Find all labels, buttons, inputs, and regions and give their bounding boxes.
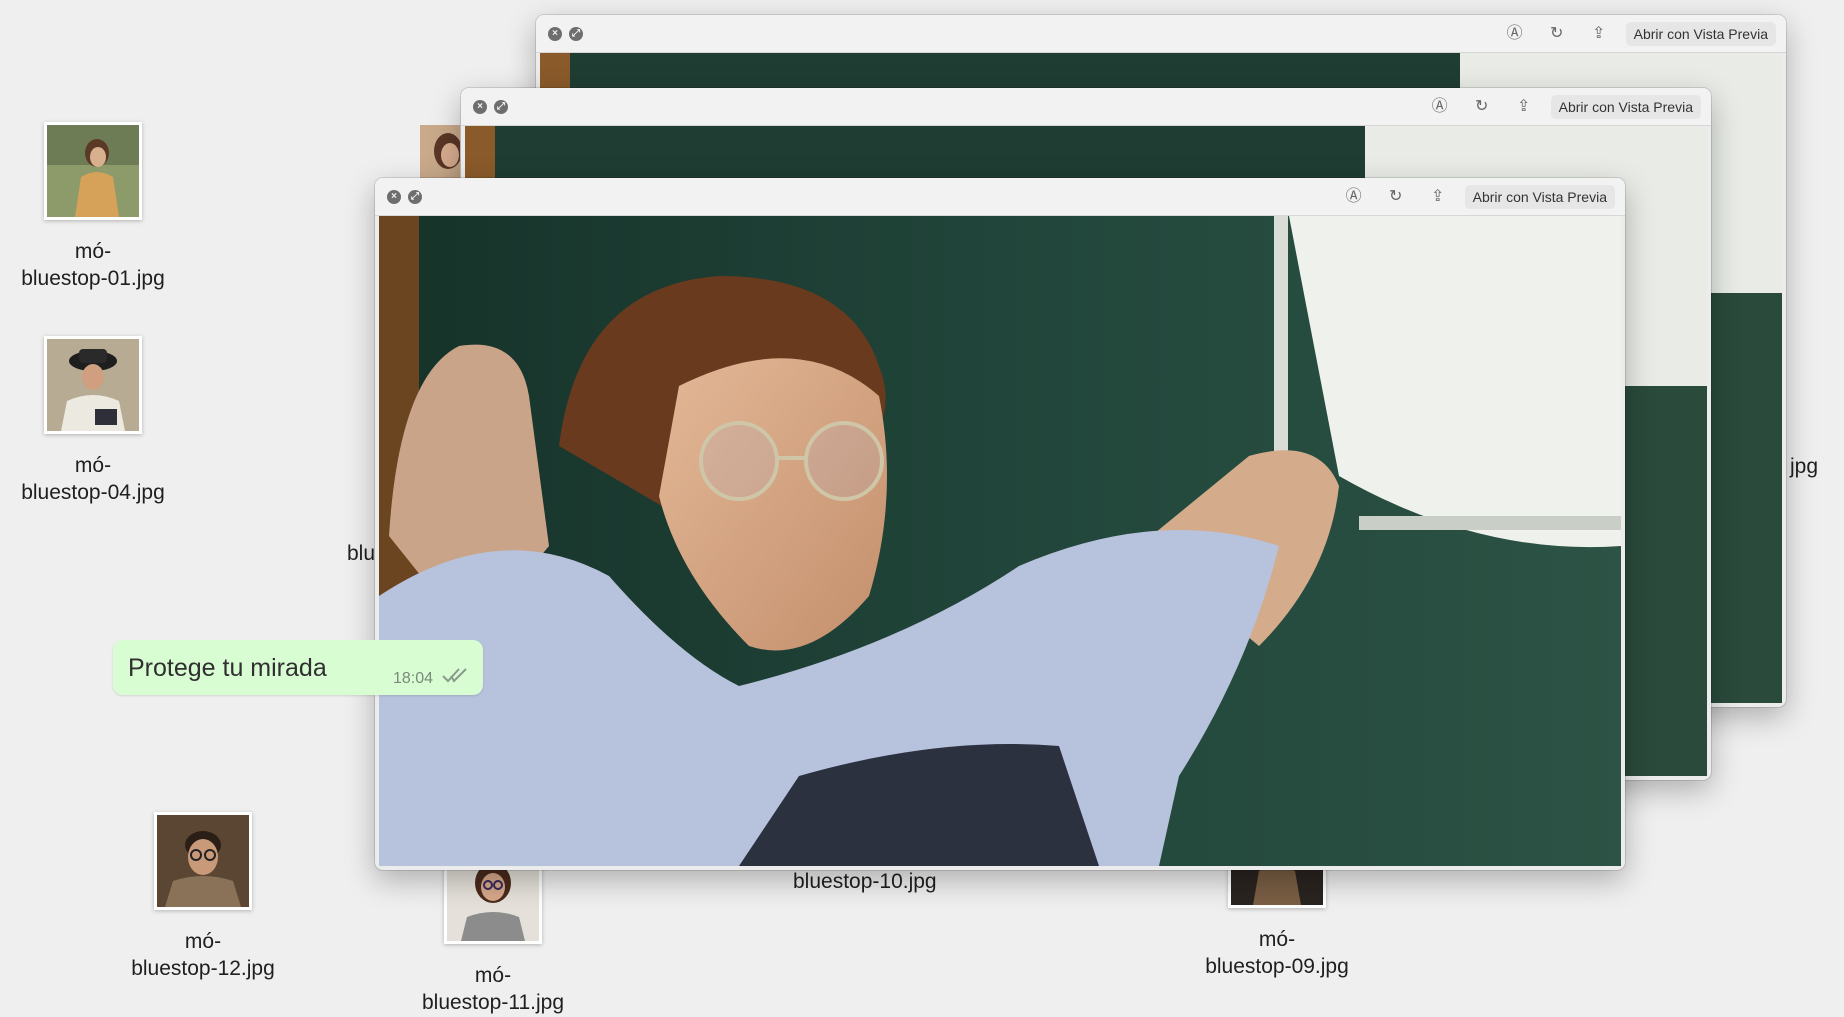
fullscreen-icon[interactable]: ⤢ <box>569 26 583 41</box>
file-thumbnail <box>154 812 252 910</box>
desktop-file-bluestop-12[interactable]: mó- bluestop-12.jpg <box>118 812 288 982</box>
double-check-icon <box>442 668 467 683</box>
file-label: mó- bluestop-01.jpg <box>21 240 165 290</box>
chat-message-bubble: Protege tu mirada 18:04 <box>113 640 483 695</box>
quicklook-window-front[interactable]: × ⤢ Ⓐ ↻ ⇪ Abrir con Vista Previa <box>375 178 1625 870</box>
fullscreen-icon[interactable]: ⤢ <box>408 189 422 204</box>
file-label: mó- bluestop-04.jpg <box>21 454 165 504</box>
desktop-file-bluestop-04[interactable]: mó- bluestop-04.jpg <box>8 336 178 506</box>
share-icon[interactable]: ⇪ <box>1427 186 1449 208</box>
window-titlebar: × ⤢ Ⓐ ↻ ⇪ Abrir con Vista Previa <box>461 88 1711 126</box>
close-icon[interactable]: × <box>548 26 562 41</box>
share-icon[interactable]: ⇪ <box>1588 23 1610 45</box>
chat-message-time: 18:04 <box>392 670 433 687</box>
open-with-preview-button[interactable]: Abrir con Vista Previa <box>1550 94 1701 119</box>
partial-file-thumbnail <box>420 125 460 180</box>
rotate-icon[interactable]: ↻ <box>1471 96 1493 118</box>
open-with-preview-button[interactable]: Abrir con Vista Previa <box>1625 21 1776 46</box>
markup-icon[interactable]: Ⓐ <box>1429 96 1451 118</box>
share-icon[interactable]: ⇪ <box>1513 96 1535 118</box>
chat-message-text: Protege tu mirada <box>128 654 327 682</box>
close-icon[interactable]: × <box>387 189 401 204</box>
close-icon[interactable]: × <box>473 99 487 114</box>
partial-file-label: jpg <box>1790 455 1819 478</box>
open-with-preview-button[interactable]: Abrir con Vista Previa <box>1464 184 1615 209</box>
markup-icon[interactable]: Ⓐ <box>1504 23 1526 45</box>
file-label: mó- bluestop-11.jpg <box>421 964 565 1014</box>
file-thumbnail <box>44 336 142 434</box>
rotate-icon[interactable]: ↻ <box>1546 23 1568 45</box>
desktop-file-bluestop-11[interactable]: mó- bluestop-11.jpg <box>408 846 578 1016</box>
fullscreen-icon[interactable]: ⤢ <box>494 99 508 114</box>
image-preview <box>379 216 1621 866</box>
partial-file-label: blu <box>347 542 376 565</box>
desktop-file-bluestop-01[interactable]: mó- bluestop-01.jpg <box>8 122 178 292</box>
desktop: mó- bluestop-01.jpg mó- bluestop-04.jpg … <box>0 0 1844 1017</box>
file-label: mó- bluestop-12.jpg <box>131 930 275 980</box>
window-titlebar: × ⤢ Ⓐ ↻ ⇪ Abrir con Vista Previa <box>375 178 1625 216</box>
window-titlebar: × ⤢ Ⓐ ↻ ⇪ Abrir con Vista Previa <box>536 15 1786 53</box>
rotate-icon[interactable]: ↻ <box>1385 186 1407 208</box>
desktop-file-bluestop-10-label[interactable]: bluestop-10.jpg <box>793 870 937 894</box>
markup-icon[interactable]: Ⓐ <box>1343 186 1365 208</box>
file-thumbnail <box>44 122 142 220</box>
file-label: mó- bluestop-09.jpg <box>1205 928 1349 978</box>
